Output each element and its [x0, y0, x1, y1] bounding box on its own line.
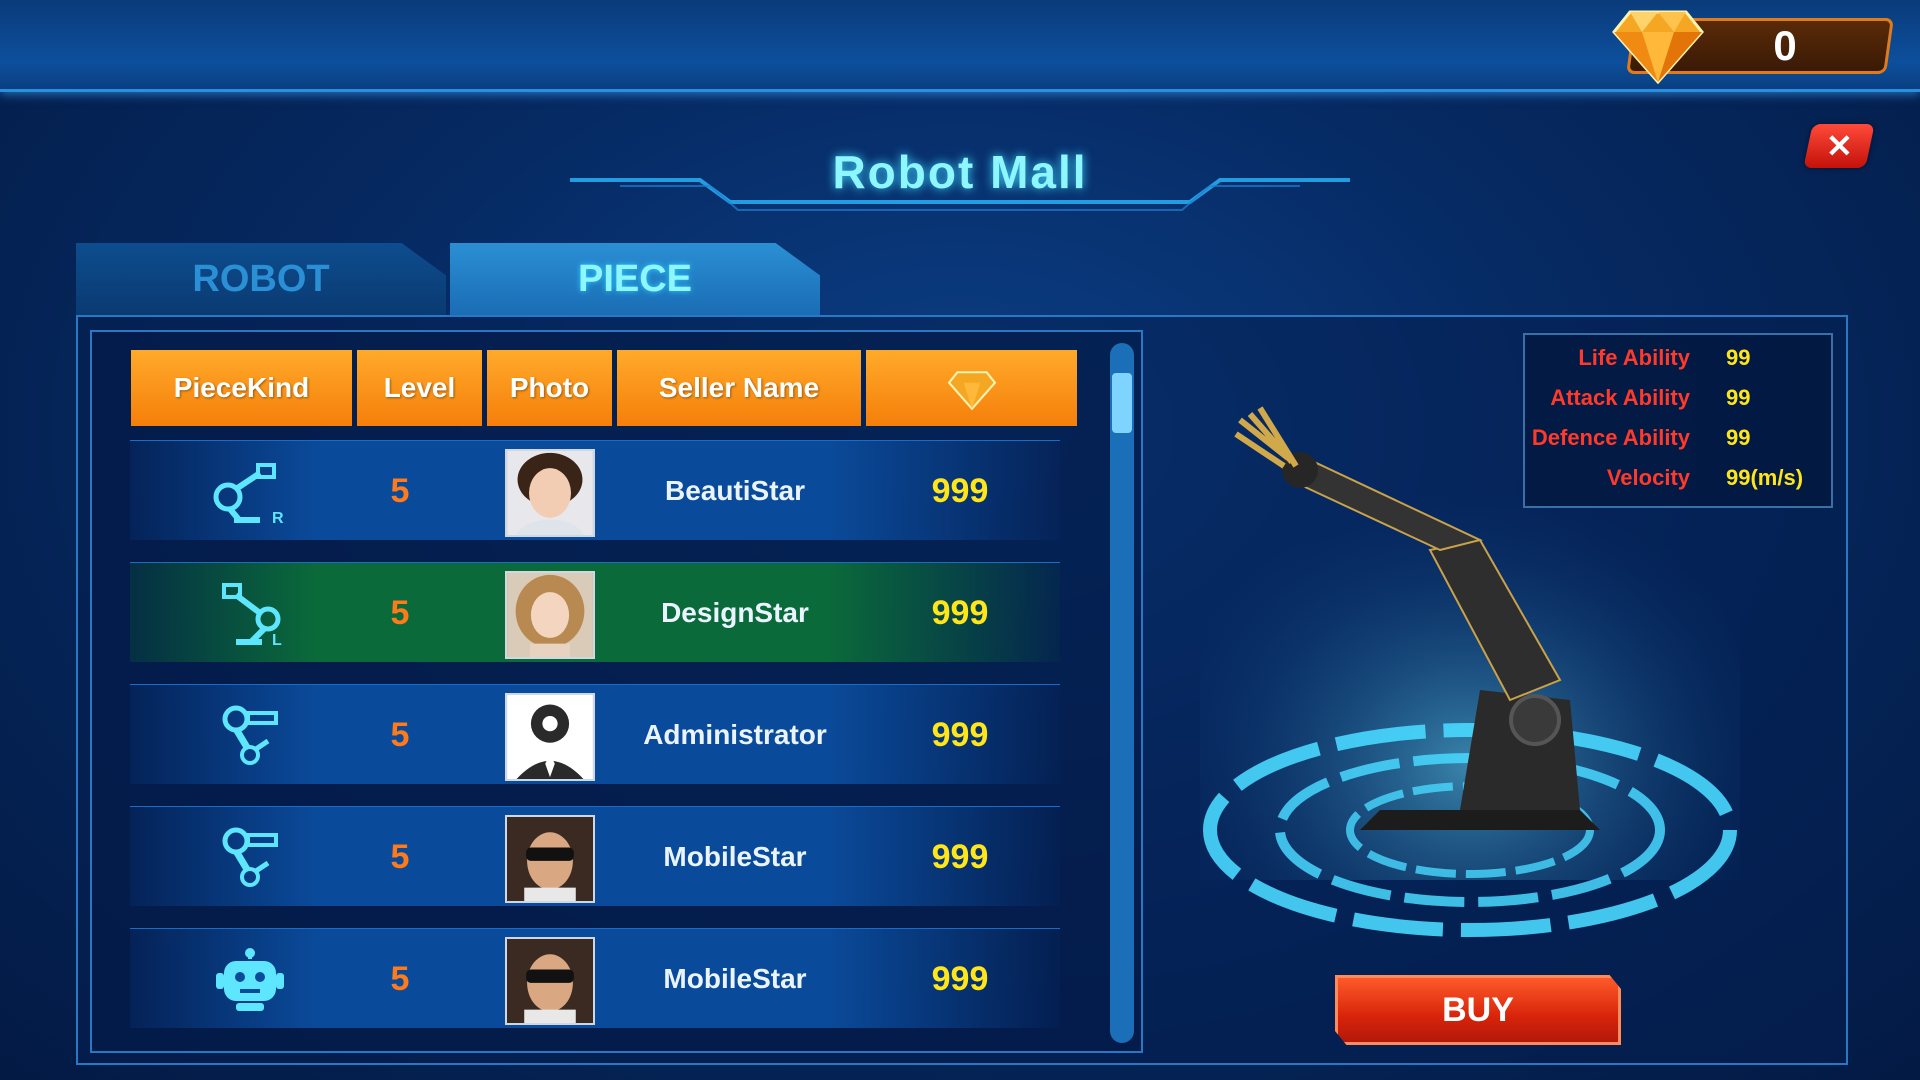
seller-name: DesignStar [661, 597, 809, 628]
svg-text:L: L [272, 632, 282, 647]
row-level: 5 [390, 960, 410, 998]
stat-value-velocity: 99(m/s) [1726, 465, 1804, 490]
header-seller-name: Seller Name [617, 350, 861, 426]
diamond-icon [1612, 10, 1704, 84]
robot-head-icon [216, 948, 284, 1011]
stat-value-life: 99 [1726, 345, 1751, 370]
close-icon: ✕ [1825, 128, 1853, 164]
robot-arm-left-icon: L [222, 583, 282, 647]
list-scrollbar[interactable] [1110, 343, 1134, 1043]
tab-robot[interactable]: ROBOT [76, 243, 446, 315]
seller-avatar [505, 815, 595, 903]
stat-value-defence: 99 [1726, 425, 1751, 450]
robot-arm-gear-icon [222, 705, 278, 765]
row-price: 999 [931, 594, 989, 632]
table-row[interactable]: R 5 BeautiStar 999 [130, 440, 1060, 540]
close-button[interactable]: ✕ [1803, 124, 1875, 168]
seller-name: BeautiStar [664, 475, 806, 506]
row-level: 5 [390, 716, 410, 754]
robot-arm-right-icon: R [213, 463, 284, 525]
diamond-icon [947, 370, 996, 410]
table-row[interactable]: 5 MobileStar 999 [130, 806, 1060, 906]
row-level: 5 [390, 472, 410, 510]
row-level: 5 [390, 594, 410, 632]
seller-avatar [505, 571, 595, 659]
svg-text:R: R [272, 510, 284, 525]
page-title: Robot Mall [832, 146, 1088, 198]
seller-name: Administrator [643, 719, 827, 750]
row-price: 999 [931, 960, 989, 998]
scrollbar-thumb[interactable] [1112, 373, 1132, 433]
currency-count: 0 [1773, 22, 1797, 69]
stat-label-attack: Attack Ability [1550, 385, 1690, 410]
row-price: 999 [931, 838, 989, 876]
buy-button[interactable]: BUY [1335, 975, 1621, 1045]
seller-name: MobileStar [663, 841, 807, 872]
tab-piece[interactable]: PIECE [450, 243, 820, 315]
seller-avatar [505, 693, 595, 781]
stat-label-life: Life Ability [1578, 345, 1690, 370]
stat-label-defence: Defence Ability [1531, 425, 1690, 450]
stat-label-velocity: Velocity [1606, 465, 1690, 490]
seller-name: MobileStar [663, 963, 807, 994]
table-row[interactable]: 5 MobileStar 999 [130, 928, 1060, 1028]
header-photo: Photo [487, 350, 612, 426]
row-price: 999 [931, 716, 989, 754]
header-piece-kind: PieceKind [131, 350, 352, 426]
row-level: 5 [390, 838, 410, 876]
stat-value-attack: 99 [1726, 385, 1751, 410]
seller-avatar [505, 449, 595, 537]
robot-arm-gear-icon [222, 827, 278, 887]
table-row[interactable]: 5 Administrator 999 [130, 684, 1060, 784]
seller-avatar [505, 937, 595, 1025]
table-row[interactable]: L 5 DesignStar 999 [130, 562, 1060, 662]
header-level: Level [357, 350, 482, 426]
header-price [866, 350, 1077, 426]
row-price: 999 [931, 472, 989, 510]
